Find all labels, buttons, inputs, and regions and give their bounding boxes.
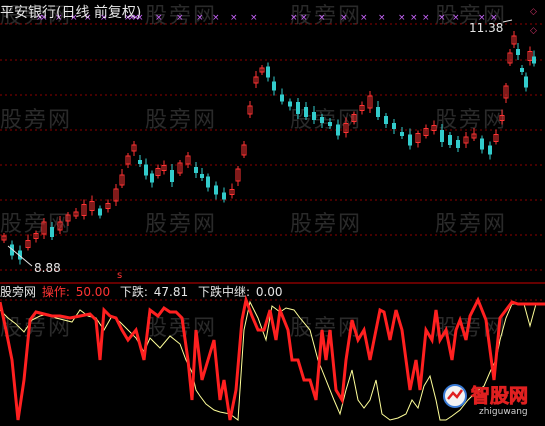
down-value: 47.81 <box>153 285 189 299</box>
candle-body <box>280 94 284 102</box>
candle-body <box>98 208 102 216</box>
top-right-diamond: ◇ <box>530 7 537 17</box>
candle-body <box>150 173 154 183</box>
candle-body <box>376 107 380 117</box>
signal-cross: × <box>340 13 348 23</box>
price-high-label: 11.38 <box>469 21 504 35</box>
candle-body <box>384 116 388 124</box>
signal-cross: × <box>318 13 326 23</box>
signal-cross: × <box>300 13 308 23</box>
signal-cross: × <box>398 13 406 23</box>
candle-body <box>272 81 276 91</box>
logo-mark: 智股网 zhiguwang <box>443 384 528 417</box>
high-pointer <box>502 19 513 23</box>
candle-body <box>222 192 226 200</box>
candle-body <box>288 101 292 107</box>
candle-body <box>524 76 528 88</box>
price-plot: ×× × × × × ×××× × × × × × × × × × × × × × × × × × × ×◇◇ <box>0 7 545 421</box>
candle-body <box>440 130 444 142</box>
price-low-label: 8.88 <box>34 261 61 275</box>
candle-body <box>144 164 148 176</box>
signal-marker: s <box>117 270 123 281</box>
signal-cross: × <box>360 13 368 23</box>
candle-body <box>170 170 174 182</box>
candle-body <box>266 66 270 78</box>
candle-body <box>206 176 210 188</box>
candle-body <box>328 122 332 126</box>
signal-cross: × <box>212 13 220 23</box>
candle-body <box>532 56 536 64</box>
signal-cross: × <box>290 13 298 23</box>
candle-body <box>296 102 300 114</box>
candle-body <box>50 227 54 237</box>
signal-cross: × <box>438 13 446 23</box>
signal-cross: × <box>155 13 163 23</box>
candle-body <box>400 132 404 136</box>
logo-text: 智股网 <box>471 384 528 407</box>
op-label: 操作: <box>41 285 70 299</box>
top-right-diamond: ◇ <box>530 26 537 36</box>
signal-cross: × <box>410 13 418 23</box>
candle-body <box>456 140 460 148</box>
signal-cross: × <box>196 13 204 23</box>
site-logo: 智股网 zhiguwang <box>441 382 541 422</box>
candle-body <box>448 135 452 145</box>
indicator-header: 股旁网 操作: 50.00 下跌: 47.81 下跌中继: 0.00 <box>0 284 289 300</box>
logo-url: zhiguwang <box>479 407 528 417</box>
signal-cross: × <box>378 13 386 23</box>
signal-cross: × <box>452 13 460 23</box>
candle-body <box>408 134 412 146</box>
candle-body <box>336 124 340 136</box>
candle-body <box>200 174 204 178</box>
down-mid-value: 0.00 <box>255 285 283 299</box>
chart-screen: 股旁网 股旁网 股旁网 股旁网 股旁网 股旁网 股旁网 股旁网 股旁网 股旁网 … <box>0 0 545 426</box>
signal-cross: × <box>230 13 238 23</box>
candle-body <box>214 185 218 195</box>
candle-body <box>480 138 484 150</box>
candle-body <box>312 112 316 120</box>
op-value: 50.00 <box>75 285 111 299</box>
candle-body <box>304 107 308 117</box>
indicator-source: 股旁网 <box>0 285 37 299</box>
candle-body <box>520 68 524 72</box>
candle-body <box>392 123 396 129</box>
candle-body <box>320 117 324 123</box>
down-label: 下跌: <box>119 285 148 299</box>
signal-cross: × <box>422 13 430 23</box>
candle-body <box>488 145 492 155</box>
signal-cross: × <box>176 13 184 23</box>
chart-title: 平安银行(日线 前复权) <box>0 5 142 21</box>
candle-body <box>516 49 520 55</box>
candle-body <box>138 160 142 164</box>
candle-body <box>194 167 198 173</box>
signal-cross: × <box>250 13 258 23</box>
down-mid-label: 下跌中继: <box>197 285 251 299</box>
